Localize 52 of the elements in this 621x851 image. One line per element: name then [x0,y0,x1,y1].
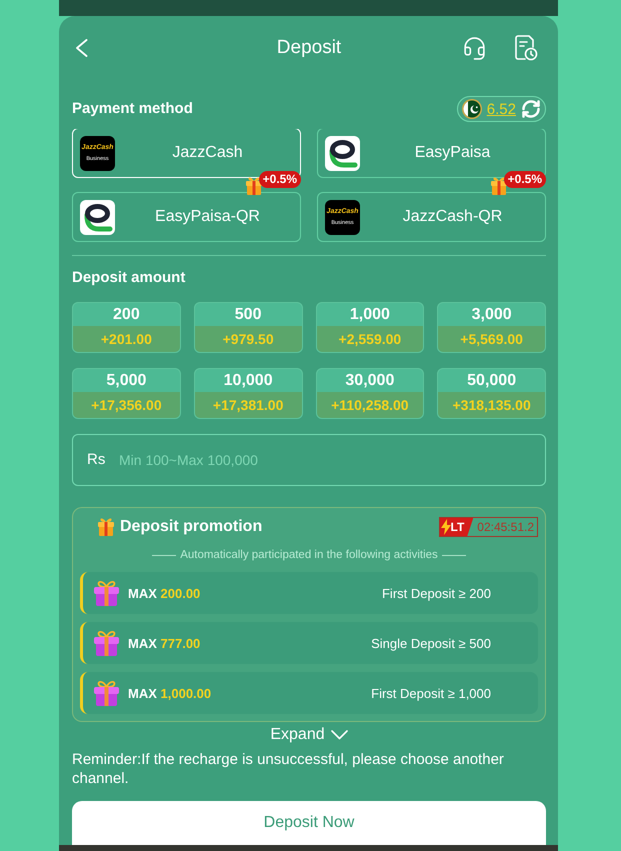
refresh-icon[interactable] [521,99,541,119]
lightning-icon [440,519,450,535]
gift-icon [93,579,120,607]
bonus-amount: +17,356.00 [73,392,180,418]
gift-icon [245,176,263,196]
gift-icon [97,517,115,537]
max-reward-text: MAX 1,000.00 [128,686,212,700]
bonus-amount: +5,569.00 [438,326,545,352]
expand-button[interactable]: Expand [270,727,348,743]
amount-option[interactable]: 500 +979.50 [194,302,302,353]
headset-icon[interactable] [462,36,487,60]
amount-option[interactable]: 5,000 +17,356.00 [72,368,181,419]
reminder-text: Reminder:If the recharge is unsuccessful, please choose another channel. [72,750,505,788]
gift-icon [93,629,120,657]
chevron-down-icon [330,730,348,740]
ring-logo-icon [80,200,115,234]
gift-icon [93,679,120,707]
lt-label: LT [450,520,464,534]
gift-icon [490,176,508,196]
payment-method-card[interactable]: EasyPaisa-QR [72,192,301,242]
receipt-clock-icon[interactable] [514,35,538,61]
amount-option[interactable]: 200 +201.00 [72,302,181,353]
deposit-now-button[interactable]: Deposit Now [72,801,546,845]
currency-prefix: Rs [87,451,106,469]
bonus-amount: +17,381.00 [194,392,302,418]
amount-option[interactable]: 1,000 +2,559.00 [316,302,424,353]
condition-text: First Deposit ≥ 1,000 [371,686,491,700]
page-title: Deposit [276,37,342,59]
bonus-amount: +110,258.00 [316,392,424,418]
ring-logo-icon [325,136,360,170]
amount-option[interactable]: 50,000 +318,135.00 [437,368,546,419]
amount-option[interactable]: 10,000 +17,381.00 [194,368,302,419]
amount-option[interactable]: 3,000 +5,569.00 [437,302,546,353]
bonus-badge: +0.5% [504,171,546,188]
section-title: Deposit amount [72,269,186,287]
balance-amount: 6.52 [486,100,516,118]
promotion-subtitle: Automatically participated in the following activities [180,549,438,561]
bonus-badge: +0.5% [258,171,301,188]
bonus-amount: +2,559.00 [316,326,424,352]
countdown-text: 02:45:51.2 [476,519,535,536]
bonus-amount: +201.00 [73,326,180,352]
back-icon[interactable] [75,39,88,57]
condition-text: First Deposit ≥ 200 [382,586,491,600]
amount-option[interactable]: 30,000 +110,258.00 [316,368,424,419]
flag-icon [462,99,482,119]
bonus-amount: +979.50 [194,326,302,352]
max-reward-text: MAX 777.00 [128,636,200,650]
section-title: Payment method [72,100,193,118]
bonus-amount: +318,135.00 [438,392,545,418]
promotion-title: Deposit promotion [120,518,262,536]
max-reward-text: MAX 200.00 [128,586,200,600]
condition-text: Single Deposit ≥ 500 [371,636,491,650]
